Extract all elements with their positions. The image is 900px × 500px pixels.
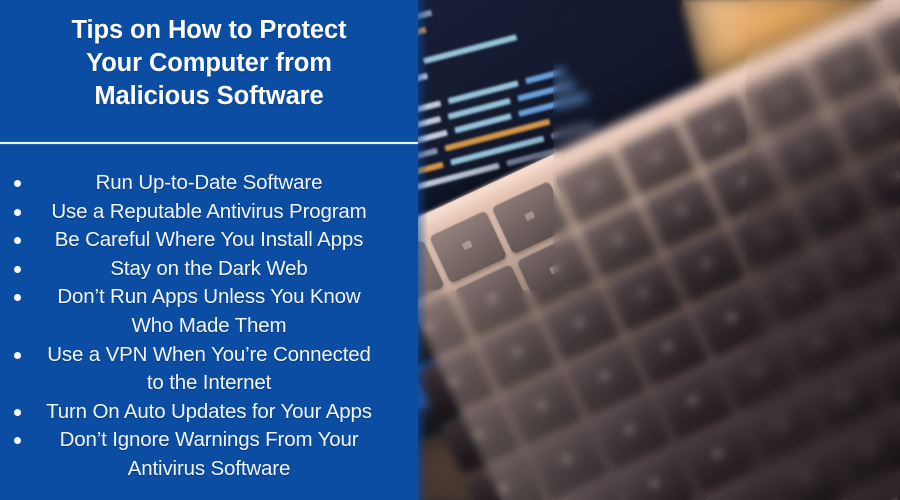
title-line-3: Malicious Software (94, 82, 324, 110)
bullet-icon (14, 408, 21, 416)
list-item: Run Up-to-Date Software (0, 169, 404, 198)
list-item-label: Don’t Ignore Warnings From Your Antiviru… (59, 428, 359, 480)
page-title: Tips on How to Protect Your Computer fro… (8, 14, 410, 113)
title-line-2: Your Computer from (86, 49, 332, 77)
list-item-label: Use a VPN When You’re Connected to the I… (47, 342, 371, 395)
title-divider (0, 141, 418, 145)
bullet-icon (14, 351, 21, 359)
infographic-canvas: Tips on How to Protect Your Computer fro… (0, 0, 900, 500)
list-item: Don’t Ignore Warnings From Your Antiviru… (0, 426, 404, 483)
bullet-icon (14, 294, 21, 302)
bullet-icon (14, 437, 21, 445)
list-item: Don’t Run Apps Unless You Know Who Made … (0, 283, 404, 340)
list-item-label: Stay on the Dark Web (110, 256, 308, 280)
list-item: Turn On Auto Updates for Your Apps (0, 398, 404, 427)
list-item: Be Careful Where You Install Apps (0, 226, 404, 255)
tips-panel: Tips on How to Protect Your Computer fro… (0, 0, 418, 500)
list-item-label: Be Careful Where You Install Apps (54, 228, 364, 252)
bullet-icon (14, 237, 21, 245)
list-item-label: Turn On Auto Updates for Your Apps (46, 399, 372, 423)
list-item-label: Don’t Run Apps Unless You Know Who Made … (57, 285, 361, 337)
bullet-icon (14, 180, 21, 187)
laptop-photograph (418, 0, 900, 500)
title-line-1: Tips on How to Protect (71, 16, 347, 44)
bullet-icon (14, 265, 21, 273)
tips-list: Run Up-to-Date Software Use a Reputable … (0, 169, 418, 484)
list-item-label: Use a Reputable Antivirus Program (51, 199, 367, 223)
list-item: Use a Reputable Antivirus Program (0, 198, 404, 227)
list-item-label: Run Up-to-Date Software (95, 171, 323, 194)
bullet-icon (14, 208, 21, 216)
list-item: Use a VPN When You’re Connected to the I… (0, 341, 404, 398)
list-item: Stay on the Dark Web (0, 255, 404, 284)
